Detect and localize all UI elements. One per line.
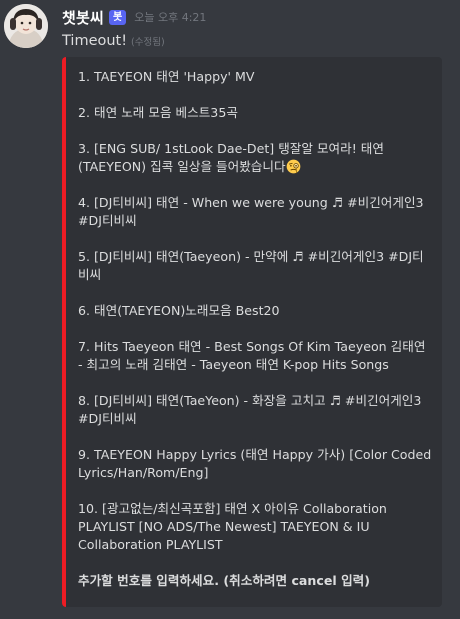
edited-indicator: (수정됨): [131, 37, 165, 48]
list-item: 1. TAEYEON 태연 'Happy' MV: [78, 69, 255, 84]
list-item: 9. TAEYEON Happy Lyrics (태연 Happy 가사) [C…: [78, 447, 432, 480]
embed-accent-bar: [62, 57, 66, 607]
message-text: Timeout!: [62, 33, 128, 49]
list-item: 7. Hits Taeyeon 태연 - Best Songs Of Kim T…: [78, 339, 426, 372]
message-content: Timeout! (수정됨): [62, 33, 165, 49]
message-header: 챗봇씨 봇 오늘 오후 4:21: [62, 6, 206, 28]
list-item: 10. [광고없는/최신곡포함] 태연 X 아이유 Collaboration …: [78, 501, 387, 552]
list-item: 3. [ENG SUB/ 1stLook Dae-Det] 탱잘알 모여라! 태…: [78, 141, 384, 174]
username[interactable]: 챗봇씨: [62, 7, 104, 28]
list-item: 5. [DJ티비씨] 태연(Taeyeon) - 만약에 ♬ #비긴어게인3 #…: [78, 249, 424, 282]
list-item: 2. 태연 노래 모음 베스트35곡: [78, 105, 238, 120]
bot-avatar[interactable]: [4, 4, 48, 48]
face-with-monocle-icon: [286, 159, 300, 174]
list-item: 4. [DJ티비씨] 태연 - When we were young ♬ #비긴…: [78, 195, 424, 228]
avatar-image: [4, 4, 48, 48]
list-item: 8. [DJ티비씨] 태연(TaeYeon) - 화장을 고치고 ♬ #비긴어게…: [78, 393, 422, 426]
list-item: 6. 태연(TAEYEON)노래모음 Best20: [78, 303, 280, 318]
embed-description: 1. TAEYEON 태연 'Happy' MV 2. 태연 노래 모음 베스트…: [78, 68, 432, 590]
embed: 1. TAEYEON 태연 'Happy' MV 2. 태연 노래 모음 베스트…: [62, 57, 442, 607]
embed-instruction: 추가할 번호를 입력하세요. (취소하려면 cancel 입력): [78, 573, 371, 588]
message-timestamp[interactable]: 오늘 오후 4:21: [134, 9, 206, 25]
bot-badge: 봇: [109, 9, 127, 25]
